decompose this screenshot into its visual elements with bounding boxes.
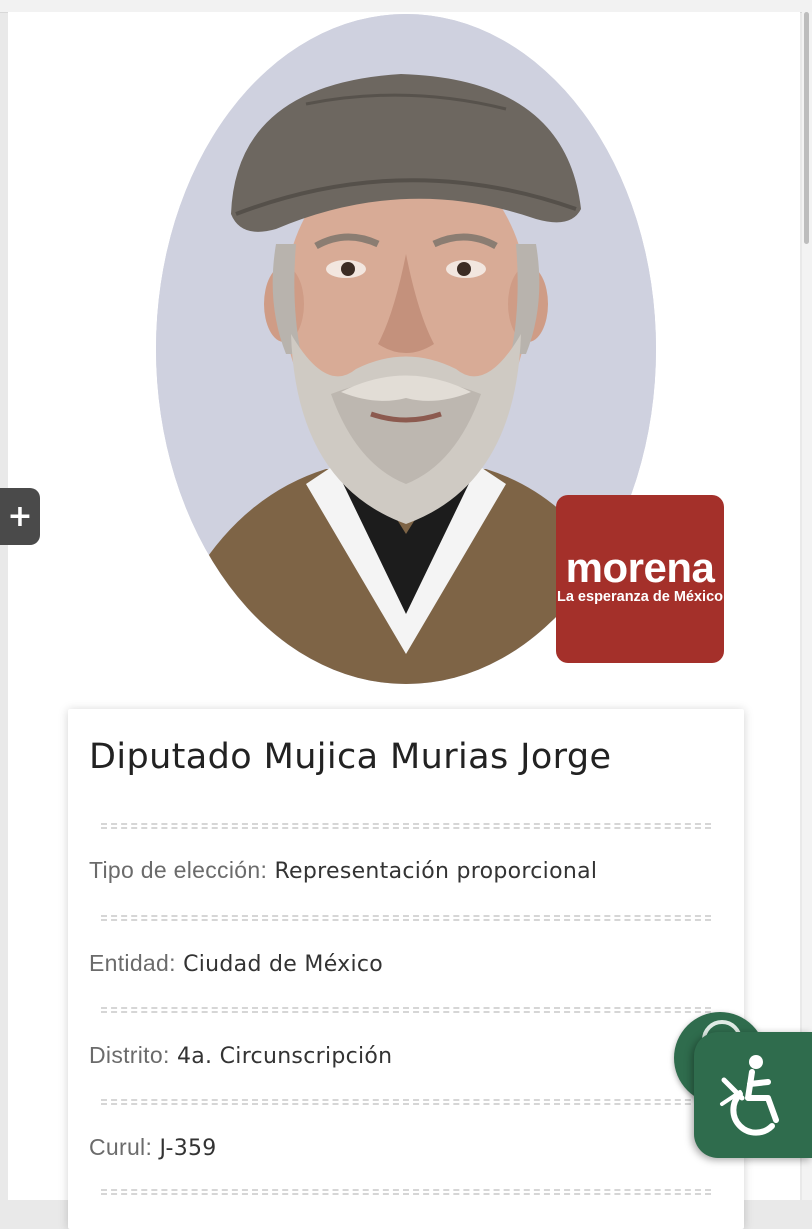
- field-tipo-eleccion: Tipo de elección: Representación proporc…: [89, 857, 597, 884]
- party-logo: morena La esperanza de México: [556, 495, 724, 663]
- field-distrito: Distrito: 4a. Circunscripción: [89, 1042, 392, 1069]
- field-value: Ciudad de México: [183, 952, 384, 977]
- scrollbar-thumb[interactable]: [804, 12, 809, 244]
- field-label: Entidad:: [89, 950, 176, 976]
- divider: [101, 823, 711, 829]
- divider: [101, 1099, 711, 1105]
- divider: [101, 1007, 711, 1013]
- divider: [101, 915, 711, 921]
- accessibility-button[interactable]: [694, 1032, 812, 1158]
- field-value: 4a. Circunscripción: [176, 1044, 393, 1069]
- wheelchair-icon: [720, 1055, 779, 1136]
- party-logo-name: morena: [565, 544, 715, 591]
- field-value: Representación proporcional: [274, 859, 598, 884]
- field-label: Distrito:: [89, 1042, 170, 1068]
- field-curul: Curul: J-359: [89, 1134, 217, 1161]
- plus-icon: +: [7, 498, 33, 534]
- divider: [101, 1189, 711, 1195]
- field-value: J-359: [159, 1136, 217, 1161]
- scrollbar[interactable]: [802, 12, 812, 1200]
- deputy-info-card: Diputado Mujica Murias Jorge Tipo de ele…: [68, 709, 744, 1229]
- expand-side-panel-button[interactable]: +: [0, 488, 40, 545]
- deputy-name-title: Diputado Mujica Murias Jorge: [89, 737, 612, 777]
- field-entidad: Entidad: Ciudad de México: [89, 950, 383, 977]
- party-logo-slogan: La esperanza de México: [556, 589, 723, 605]
- field-label: Tipo de elección:: [89, 857, 268, 883]
- field-label: Curul:: [89, 1134, 153, 1160]
